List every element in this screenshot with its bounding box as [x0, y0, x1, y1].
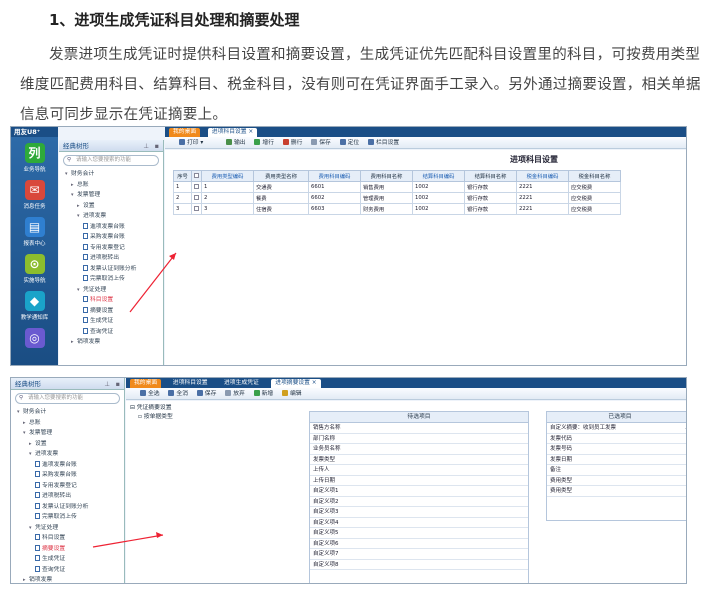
annotation-arrowhead-1 [169, 253, 176, 260]
annotation-arrow-1 [129, 252, 177, 313]
annotation-arrowhead-2 [156, 532, 163, 538]
annotation-arrow-2 [92, 534, 164, 548]
annotation-arrows [92, 252, 177, 548]
